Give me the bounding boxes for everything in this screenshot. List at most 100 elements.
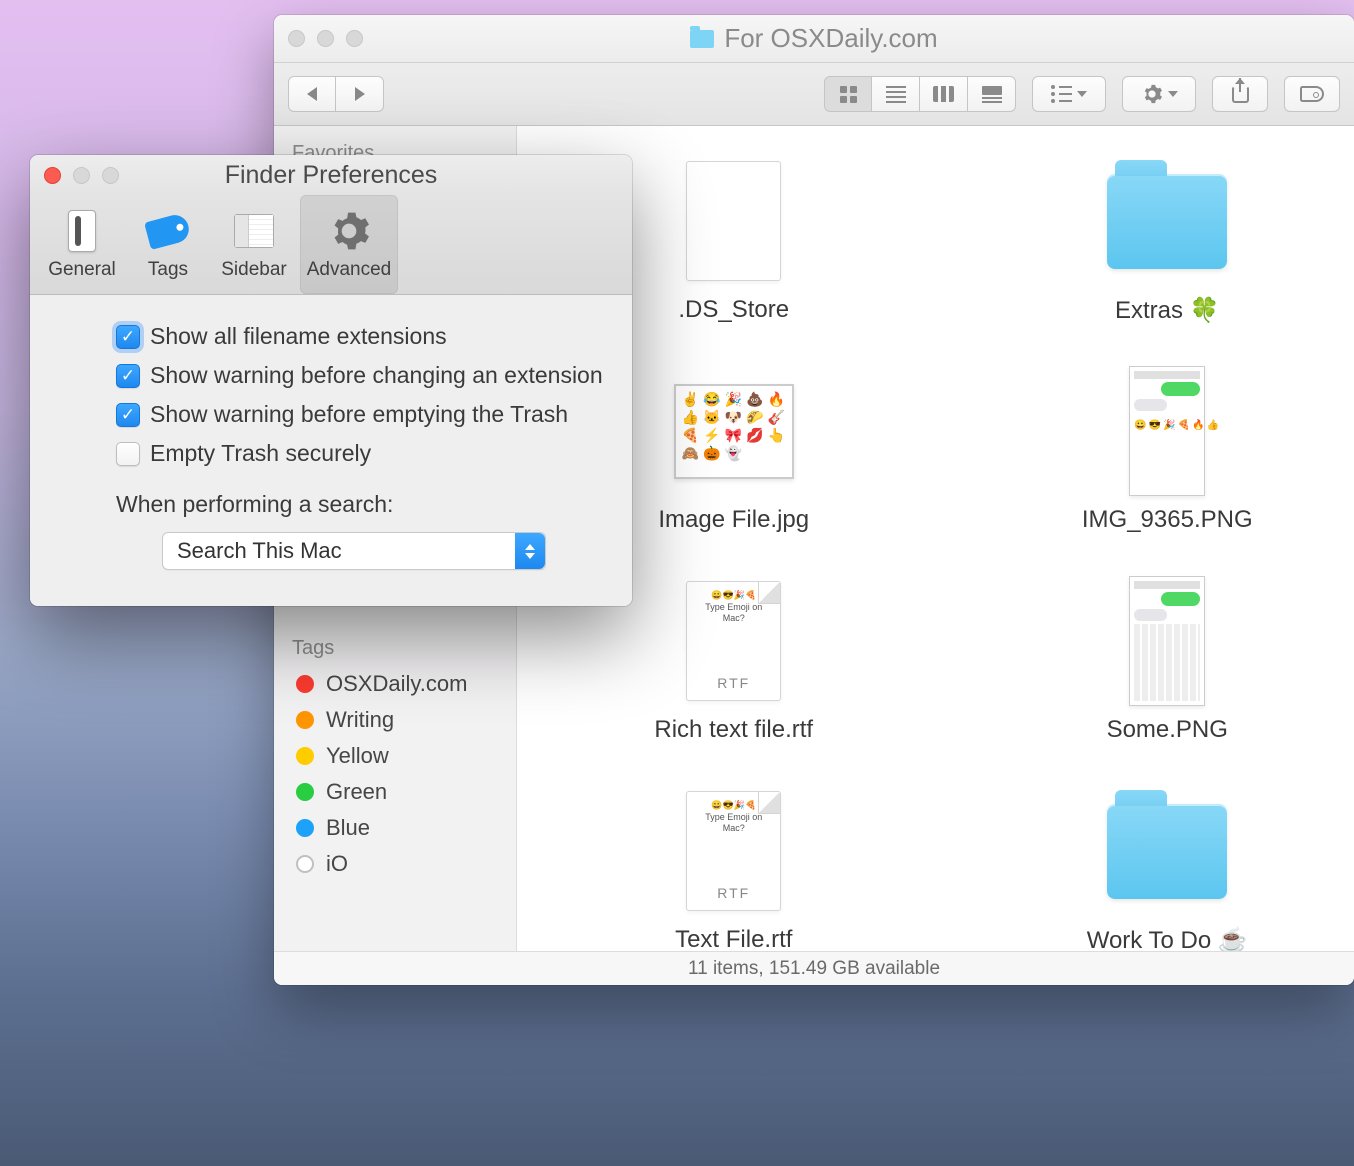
view-icon-button[interactable] bbox=[824, 76, 872, 112]
forward-button[interactable] bbox=[336, 76, 384, 112]
gear-icon bbox=[327, 209, 371, 253]
file-label: IMG_9365.PNG bbox=[1082, 506, 1253, 534]
action-group bbox=[1122, 76, 1196, 112]
search-scope-label: When performing a search: bbox=[116, 491, 606, 518]
tab-general[interactable]: General bbox=[36, 195, 128, 294]
chevron-left-icon bbox=[307, 87, 317, 101]
file-item[interactable]: Extras 🍀 bbox=[1011, 156, 1325, 366]
file-label: Text File.rtf bbox=[675, 926, 792, 951]
sidebar-tag-label: Green bbox=[326, 779, 387, 805]
tag-dot-icon bbox=[296, 747, 314, 765]
finder-toolbar bbox=[274, 63, 1354, 126]
option-warn-trash[interactable]: ✓ Show warning before emptying the Trash bbox=[116, 401, 606, 428]
file-label: Some.PNG bbox=[1107, 716, 1228, 744]
sidebar-tag-item[interactable]: Writing bbox=[274, 702, 516, 738]
file-item[interactable]: Some.PNG bbox=[1011, 576, 1325, 786]
sidebar-tag-item[interactable]: iO bbox=[274, 846, 516, 882]
tab-advanced-label: Advanced bbox=[307, 259, 392, 281]
traffic-lights bbox=[44, 167, 119, 184]
gear-icon bbox=[1141, 83, 1163, 105]
search-scope-value: Search This Mac bbox=[177, 538, 342, 564]
image-icon: ✌️😂🎉💩🔥👍🐱🐶🌮🎸🍕⚡🎀💋👆🙈🎃👻 bbox=[674, 366, 794, 496]
tab-advanced[interactable]: Advanced bbox=[300, 195, 398, 294]
traffic-lights bbox=[288, 30, 363, 47]
file-label: Work To Do ☕ bbox=[1087, 926, 1248, 951]
sidebar-tag-item[interactable]: OSXDaily.com bbox=[274, 666, 516, 702]
sidebar-tag-label: Writing bbox=[326, 707, 394, 733]
prefs-body: ✓ Show all filename extensions ✓ Show wa… bbox=[30, 295, 632, 606]
option-secure-trash[interactable]: ✓ Empty Trash securely bbox=[116, 440, 606, 467]
zoom-button[interactable] bbox=[102, 167, 119, 184]
share-group bbox=[1212, 76, 1268, 112]
arrange-button[interactable] bbox=[1032, 76, 1106, 112]
general-icon bbox=[60, 209, 104, 253]
option-show-extensions-label: Show all filename extensions bbox=[150, 323, 447, 350]
finder-titlebar[interactable]: For OSXDaily.com bbox=[274, 15, 1354, 63]
search-scope-select[interactable]: Search This Mac bbox=[162, 532, 546, 570]
view-coverflow-button[interactable] bbox=[968, 76, 1016, 112]
tag-dot-icon bbox=[296, 783, 314, 801]
action-button[interactable] bbox=[1122, 76, 1196, 112]
back-button[interactable] bbox=[288, 76, 336, 112]
checkbox-checked-icon[interactable]: ✓ bbox=[116, 403, 140, 427]
arrange-icon bbox=[1051, 85, 1072, 103]
edit-tags-button[interactable] bbox=[1284, 76, 1340, 112]
sidebar-tag-item[interactable]: Blue bbox=[274, 810, 516, 846]
tag-icon bbox=[1300, 86, 1324, 102]
rtf-icon: 😀😎🎉🍕Type Emoji on Mac?RTF bbox=[674, 576, 794, 706]
file-item[interactable]: Work To Do ☕ bbox=[1011, 786, 1325, 951]
checkbox-checked-icon[interactable]: ✓ bbox=[116, 325, 140, 349]
file-item[interactable]: 😀😎🎉🍕🔥👍IMG_9365.PNG bbox=[1011, 366, 1325, 576]
minimize-button[interactable] bbox=[73, 167, 90, 184]
view-list-button[interactable] bbox=[872, 76, 920, 112]
coverflow-icon bbox=[982, 86, 1002, 103]
sidebar-tag-label: OSXDaily.com bbox=[326, 671, 467, 697]
folder-icon bbox=[690, 30, 714, 48]
file-label: Image File.jpg bbox=[658, 506, 809, 534]
option-secure-trash-label: Empty Trash securely bbox=[150, 440, 371, 467]
list-icon bbox=[886, 86, 906, 103]
phone-kb-icon bbox=[1107, 576, 1227, 706]
arrange-group bbox=[1032, 76, 1106, 112]
checkbox-checked-icon[interactable]: ✓ bbox=[116, 364, 140, 388]
nav-group bbox=[288, 76, 384, 112]
sidebar-tags-header: Tags bbox=[274, 631, 516, 666]
share-button[interactable] bbox=[1212, 76, 1268, 112]
option-warn-extension-label: Show warning before changing an extensio… bbox=[150, 362, 603, 389]
tag-dot-icon bbox=[296, 711, 314, 729]
sidebar-tag-item[interactable]: Yellow bbox=[274, 738, 516, 774]
option-show-extensions[interactable]: ✓ Show all filename extensions bbox=[116, 323, 606, 350]
file-item[interactable]: 😀😎🎉🍕Type Emoji on Mac?RTF Rich text file.… bbox=[577, 576, 891, 786]
file-label: Extras 🍀 bbox=[1115, 296, 1220, 325]
tag-icon bbox=[146, 209, 190, 253]
close-button[interactable] bbox=[44, 167, 61, 184]
chevron-down-icon bbox=[1077, 91, 1087, 97]
share-icon bbox=[1232, 86, 1249, 103]
tab-sidebar-label: Sidebar bbox=[221, 259, 287, 281]
status-bar: 11 items, 151.49 GB available bbox=[274, 951, 1354, 985]
zoom-button[interactable] bbox=[346, 30, 363, 47]
checkbox-unchecked-icon[interactable]: ✓ bbox=[116, 442, 140, 466]
option-warn-trash-label: Show warning before emptying the Trash bbox=[150, 401, 568, 428]
file-label: .DS_Store bbox=[678, 296, 789, 324]
option-warn-extension[interactable]: ✓ Show warning before changing an extens… bbox=[116, 362, 606, 389]
rtf-icon: 😀😎🎉🍕Type Emoji on Mac?RTF bbox=[674, 786, 794, 916]
sidebar-tag-item[interactable]: Green bbox=[274, 774, 516, 810]
sidebar-tag-label: Yellow bbox=[326, 743, 389, 769]
tab-tags[interactable]: Tags bbox=[128, 195, 208, 294]
view-column-button[interactable] bbox=[920, 76, 968, 112]
prefs-titlebar[interactable]: Finder Preferences bbox=[30, 155, 632, 195]
minimize-button[interactable] bbox=[317, 30, 334, 47]
tag-dot-icon bbox=[296, 675, 314, 693]
blank-icon bbox=[674, 156, 794, 286]
tab-sidebar[interactable]: Sidebar bbox=[208, 195, 300, 294]
select-stepper-icon bbox=[515, 533, 545, 569]
close-button[interactable] bbox=[288, 30, 305, 47]
prefs-tabs: General Tags Sidebar Advanced bbox=[30, 195, 632, 295]
file-label: Rich text file.rtf bbox=[654, 716, 813, 744]
sidebar-tag-label: Blue bbox=[326, 815, 370, 841]
prefs-title: Finder Preferences bbox=[30, 161, 632, 190]
file-item[interactable]: 😀😎🎉🍕Type Emoji on Mac?RTF Text File.rtf bbox=[577, 786, 891, 951]
content-area[interactable]: .DS_Store Extras 🍀 ✌️😂🎉💩🔥👍🐱🐶🌮🎸🍕⚡🎀💋👆🙈🎃👻 Imag… bbox=[517, 126, 1354, 951]
window-title: For OSXDaily.com bbox=[274, 23, 1354, 54]
